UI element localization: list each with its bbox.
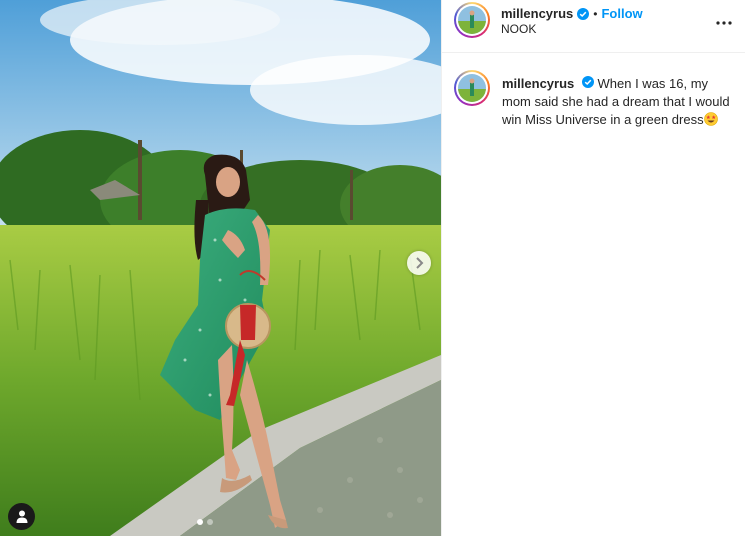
avatar-image — [458, 74, 486, 102]
carousel-dot-active — [197, 519, 203, 525]
carousel-dot — [207, 519, 213, 525]
post-header: millencyrus • Follow NOOK — [442, 0, 745, 53]
avatar[interactable] — [454, 2, 490, 38]
post-side-panel: millencyrus • Follow NOOK millencyrus Wh… — [441, 0, 745, 536]
post-photo — [0, 0, 441, 536]
caption-username-link[interactable]: millencyrus — [502, 76, 574, 91]
user-tag-button[interactable] — [8, 503, 35, 530]
more-options-icon — [716, 21, 732, 25]
verified-badge-icon — [577, 7, 590, 20]
location-link[interactable]: NOOK — [501, 22, 536, 36]
caption-avatar[interactable] — [454, 70, 490, 106]
chevron-right-icon — [416, 257, 424, 269]
username-link[interactable]: millencyrus — [501, 6, 573, 21]
carousel-indicator — [197, 519, 213, 525]
star-struck-emoji-icon — [703, 112, 718, 126]
more-options-button[interactable] — [712, 13, 736, 33]
follow-button[interactable]: Follow — [601, 6, 642, 21]
post-image[interactable] — [0, 0, 441, 536]
separator-dot: • — [593, 6, 598, 21]
user-tag-icon — [16, 510, 27, 523]
avatar-image — [458, 6, 486, 34]
next-slide-button[interactable] — [407, 251, 431, 275]
verified-badge-icon — [581, 76, 594, 88]
